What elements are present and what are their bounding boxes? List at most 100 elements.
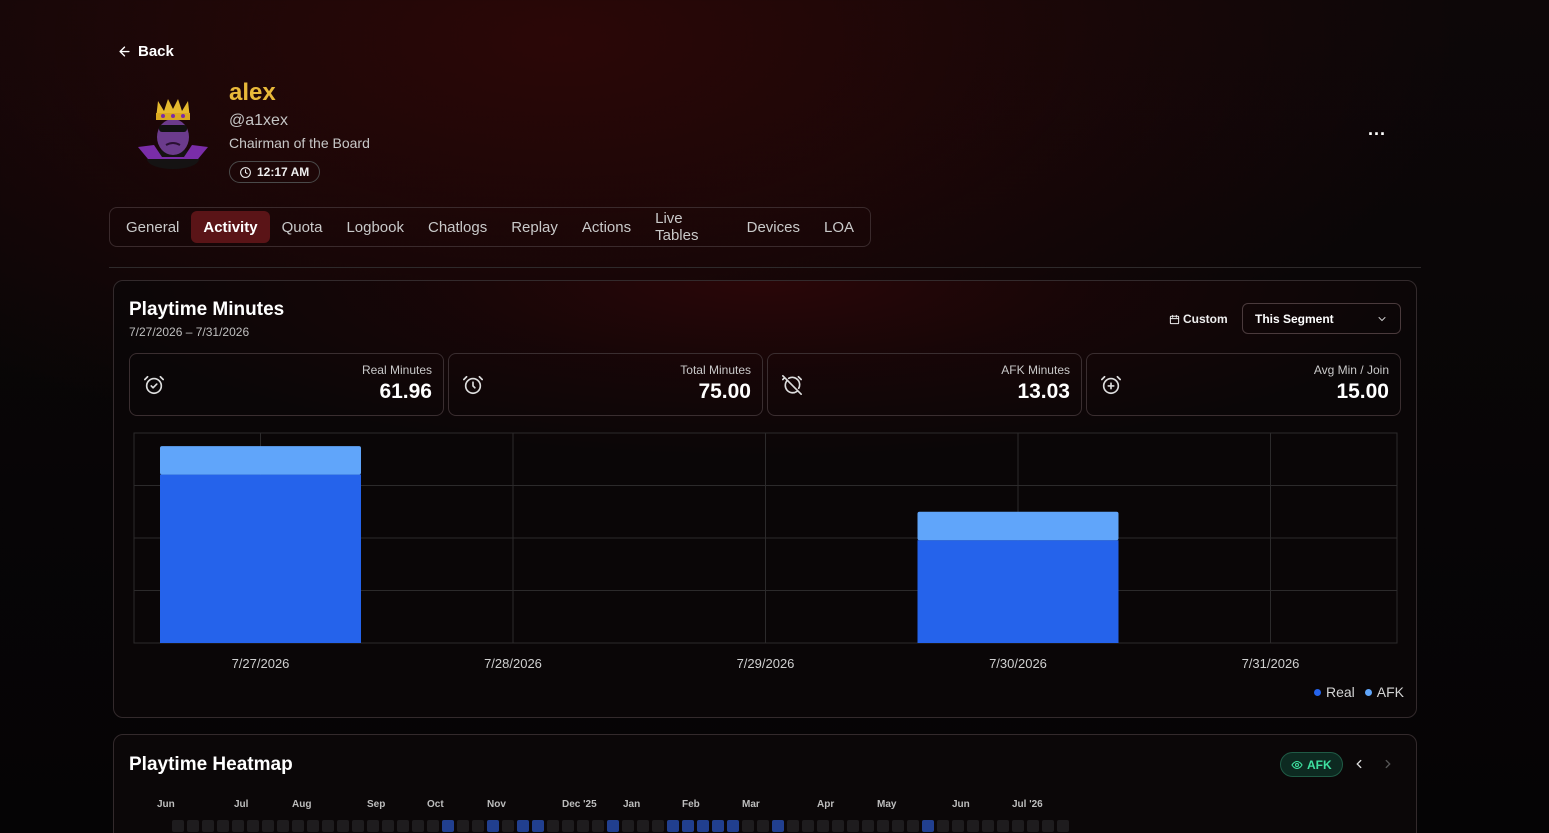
heatmap-cell[interactable] [292,820,304,832]
playtime-card: Playtime Minutes 7/27/2026 – 7/31/2026 C… [113,280,1417,718]
tab-logbook[interactable]: Logbook [334,211,416,243]
heatmap-cell[interactable] [187,820,199,832]
heatmap-cell[interactable] [427,820,439,832]
heatmap-cell[interactable] [802,820,814,832]
bar-real-7-30-2026[interactable] [917,540,1119,643]
heatmap-cell[interactable] [247,820,259,832]
heatmap-cell[interactable] [982,820,994,832]
heatmap-month-label: Nov [487,799,506,810]
heatmap-cell[interactable] [712,820,724,832]
heatmap-cell[interactable] [727,820,739,832]
heatmap-cell[interactable] [562,820,574,832]
heatmap-cell[interactable] [1057,820,1069,832]
legend-label: AFK [1376,684,1404,700]
tab-actions[interactable]: Actions [570,211,643,243]
heatmap-cell[interactable] [232,820,244,832]
heatmap-cell[interactable] [367,820,379,832]
heatmap-cell[interactable] [262,820,274,832]
afk-toggle[interactable]: AFK [1280,752,1343,777]
heatmap-cell[interactable] [517,820,529,832]
heatmap-cell[interactable] [277,820,289,832]
bar-afk-7-27-2026[interactable] [160,446,361,475]
heatmap-month-label: Jan [623,799,641,810]
heatmap-cell[interactable] [172,820,184,832]
legend-label: Real [1325,684,1355,700]
heatmap-month-label: Sep [367,799,386,810]
x-tick-label: 7/29/2026 [737,656,795,671]
heatmap-cell[interactable] [832,820,844,832]
heatmap-cell[interactable] [862,820,874,832]
heatmap-month-label: Jul '26 [1012,799,1043,810]
heatmap-cell[interactable] [307,820,319,832]
heatmap-prev-button[interactable] [1351,756,1367,772]
heatmap-cell[interactable] [202,820,214,832]
x-tick-label: 7/31/2026 [1242,656,1300,671]
heatmap-cell[interactable] [922,820,934,832]
heatmap-cell[interactable] [952,820,964,832]
heatmap-cell[interactable] [217,820,229,832]
heatmap-month-label: Dec '25 [562,799,597,810]
tab-live-tables[interactable]: Live Tables [643,210,735,244]
more-options-button[interactable]: ... [1364,118,1390,140]
tab-quota[interactable]: Quota [270,211,335,243]
back-label: Back [138,42,174,60]
heatmap-cell[interactable] [757,820,769,832]
legend-item-real: Real [1313,684,1355,700]
heatmap-month-label: Jun [952,799,970,810]
heatmap-card: Playtime Heatmap AFK Jun Jul Aug Sep Oct Nov D… [113,734,1417,833]
heatmap-cell[interactable] [577,820,589,832]
heatmap-cell[interactable] [907,820,919,832]
heatmap-cell[interactable] [937,820,949,832]
back-button[interactable]: Back [117,41,174,61]
heatmap-cell[interactable] [337,820,349,832]
heatmap-cell[interactable] [637,820,649,832]
heatmap-cell[interactable] [682,820,694,832]
tab-activity[interactable]: Activity [191,211,270,243]
heatmap-cell[interactable] [967,820,979,832]
heatmap-cell[interactable] [652,820,664,832]
profile-role: Chairman of the Board [229,135,370,151]
heatmap-cell[interactable] [547,820,559,832]
heatmap-cell[interactable] [487,820,499,832]
heatmap-cell[interactable] [1012,820,1024,832]
heatmap-cell[interactable] [472,820,484,832]
heatmap-cell[interactable] [397,820,409,832]
heatmap-title: Playtime Heatmap [129,754,293,775]
heatmap-cell[interactable] [997,820,1009,832]
avatar [136,95,210,171]
heatmap-cell[interactable] [457,820,469,832]
heatmap-cell[interactable] [322,820,334,832]
heatmap-cell[interactable] [742,820,754,832]
heatmap-cell[interactable] [502,820,514,832]
heatmap-cell[interactable] [1027,820,1039,832]
heatmap-cell[interactable] [352,820,364,832]
heatmap-cell[interactable] [607,820,619,832]
heatmap-cell[interactable] [772,820,784,832]
heatmap-cell[interactable] [847,820,859,832]
heatmap-cell[interactable] [877,820,889,832]
heatmap-cell[interactable] [697,820,709,832]
heatmap-month-label: May [877,799,897,810]
tab-devices[interactable]: Devices [735,211,812,243]
bar-afk-7-30-2026[interactable] [917,511,1119,541]
heatmap-cell[interactable] [787,820,799,832]
heatmap-cell[interactable] [1042,820,1054,832]
heatmap-cell[interactable] [532,820,544,832]
heatmap-next-button[interactable] [1380,756,1396,772]
tab-loa[interactable]: LOA [812,211,866,243]
heatmap-cell[interactable] [412,820,424,832]
heatmap-cell[interactable] [667,820,679,832]
heatmap-cell[interactable] [817,820,829,832]
heatmap-cell[interactable] [382,820,394,832]
heatmap-cell[interactable] [442,820,454,832]
tab-general[interactable]: General [114,211,191,243]
heatmap-cell[interactable] [622,820,634,832]
profile-tabs: General Activity Quota Logbook Chatlogs Repla… [109,207,871,247]
legend-item-afk: AFK [1364,684,1404,700]
tab-chatlogs[interactable]: Chatlogs [416,211,499,243]
arrow-left-icon [119,45,130,57]
tab-replay[interactable]: Replay [499,211,570,243]
heatmap-cell[interactable] [892,820,904,832]
bar-real-7-27-2026[interactable] [160,474,361,643]
heatmap-cell[interactable] [592,820,604,832]
